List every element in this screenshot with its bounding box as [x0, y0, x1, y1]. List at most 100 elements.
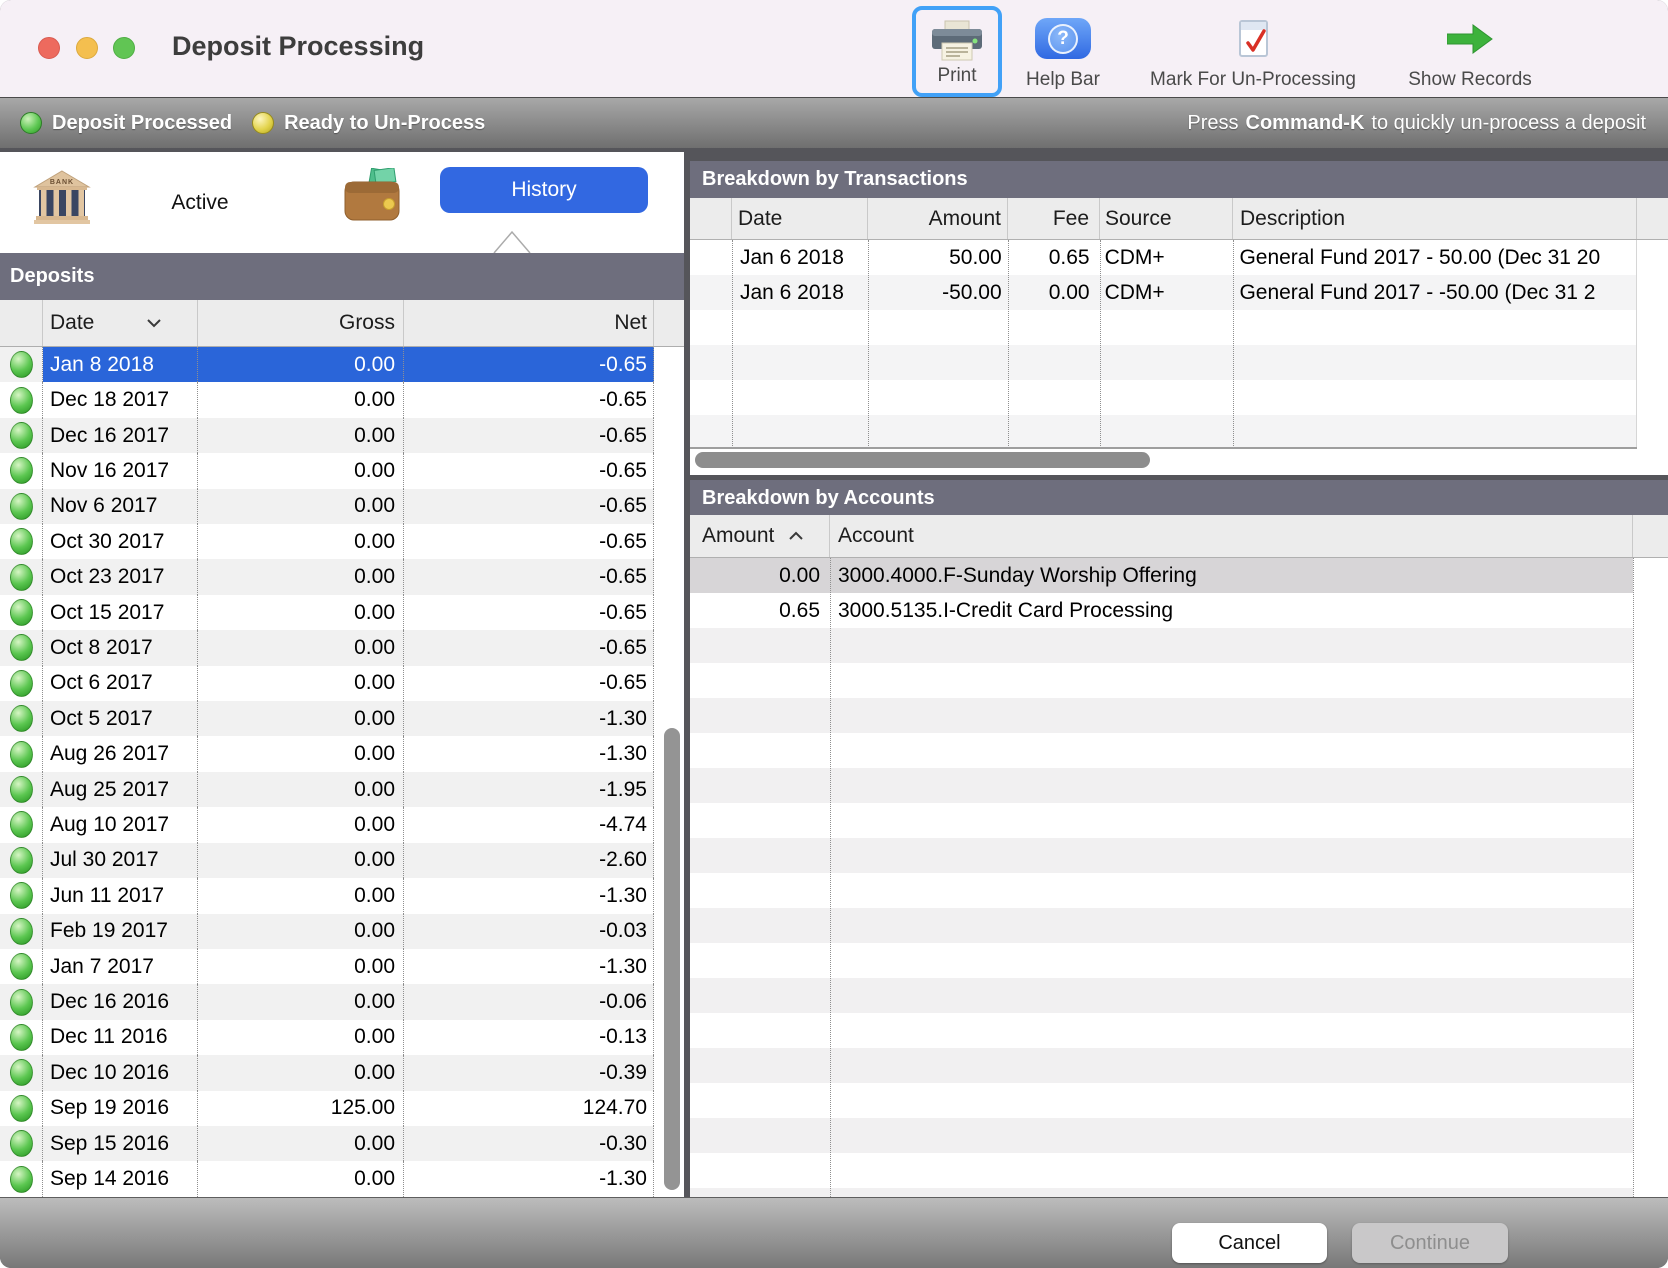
deposit-row[interactable]: Jul 30 2017 0.00 -2.60: [0, 843, 654, 878]
deposit-status-cell: [0, 418, 43, 453]
net-column-header[interactable]: Net: [404, 300, 654, 346]
cancel-button[interactable]: Cancel: [1172, 1223, 1327, 1263]
green-status-dot-icon: [10, 351, 33, 378]
deposit-row[interactable]: Nov 16 2017 0.00 -0.65: [0, 453, 654, 488]
close-window-button[interactable]: [38, 37, 60, 59]
deposit-row[interactable]: Nov 6 2017 0.00 -0.65: [0, 489, 654, 524]
deposit-net-cell: -0.65: [404, 595, 654, 630]
tx-date-column-header[interactable]: Date: [732, 198, 868, 239]
table-bottom-border: [690, 447, 1637, 449]
deposit-row[interactable]: Feb 19 2017 0.00 -0.03: [0, 914, 654, 949]
deposit-row[interactable]: Oct 15 2017 0.00 -0.65: [0, 595, 654, 630]
tx-source-column-header[interactable]: Source: [1100, 198, 1233, 239]
deposit-row[interactable]: Oct 23 2017 0.00 -0.65: [0, 559, 654, 594]
deposit-row[interactable]: Aug 26 2017 0.00 -1.30: [0, 736, 654, 771]
minimize-window-button[interactable]: [76, 37, 98, 59]
deposit-row[interactable]: Oct 8 2017 0.00 -0.65: [0, 630, 654, 665]
deposit-row[interactable]: Dec 10 2016 0.00 -0.39: [0, 1055, 654, 1090]
deposit-date-cell: Dec 18 2017: [43, 382, 198, 417]
acc-account-cell: 3000.5135.I-Credit Card Processing: [830, 593, 1633, 628]
deposit-status-cell: [0, 701, 43, 736]
green-status-dot-icon: [10, 422, 33, 449]
deposit-net-cell: -1.30: [404, 736, 654, 771]
deposit-row[interactable]: Jun 11 2017 0.00 -1.30: [0, 878, 654, 913]
deposit-row[interactable]: Sep 14 2016 0.00 -1.30: [0, 1161, 654, 1196]
deposit-gross-cell: 0.00: [198, 630, 404, 665]
account-row[interactable]: 0.65 3000.5135.I-Credit Card Processing: [690, 593, 1633, 628]
deposit-net-cell: -0.30: [404, 1126, 654, 1161]
deposit-row[interactable]: Oct 5 2017 0.00 -1.30: [0, 701, 654, 736]
transactions-table: Jan 6 2018 50.00 0.65 CDM+ General Fund …: [690, 240, 1637, 448]
green-status-dot-icon: [10, 1024, 33, 1051]
deposit-gross-cell: 0.00: [198, 1055, 404, 1090]
show-records-button[interactable]: Show Records: [1395, 8, 1545, 93]
tx-amount-cell: 50.00: [868, 240, 1008, 275]
deposit-date-cell: Dec 11 2016: [43, 1020, 198, 1055]
deposit-row[interactable]: Dec 11 2016 0.00 -0.13: [0, 1020, 654, 1055]
deposit-row[interactable]: Dec 18 2017 0.00 -0.65: [0, 382, 654, 417]
green-status-dot-icon: [10, 670, 33, 697]
deposit-status-cell: [0, 347, 43, 382]
deposit-row[interactable]: Aug 25 2017 0.00 -1.95: [0, 772, 654, 807]
header-gutter: [1633, 515, 1668, 557]
deposit-net-cell: -0.65: [404, 489, 654, 524]
deposit-status-cell: [0, 843, 43, 878]
deposit-status-cell: [0, 1055, 43, 1090]
deposit-row[interactable]: Oct 30 2017 0.00 -0.65: [0, 524, 654, 559]
deposit-row[interactable]: Sep 15 2016 0.00 -0.30: [0, 1126, 654, 1161]
print-button[interactable]: Print: [912, 6, 1002, 97]
chevron-down-icon: [146, 318, 162, 328]
legend-deposit-processed: Deposit Processed: [20, 112, 232, 135]
deposit-row[interactable]: Oct 6 2017 0.00 -0.65: [0, 666, 654, 701]
deposit-row[interactable]: Sep 19 2016 125.00 124.70: [0, 1091, 654, 1126]
column-divider: [1233, 240, 1234, 448]
green-status-dot-icon: [10, 989, 33, 1016]
deposit-date-cell: Dec 16 2016: [43, 984, 198, 1019]
deposit-status-cell: [0, 1091, 43, 1126]
svg-text:BANK: BANK: [50, 179, 74, 186]
tab-history[interactable]: History: [440, 167, 648, 213]
transaction-row[interactable]: Jan 6 2018 -50.00 0.00 CDM+ General Fund…: [690, 275, 1636, 310]
column-divider: [830, 558, 831, 1197]
deposit-net-cell: 124.70: [404, 1091, 654, 1126]
tx-fee-column-header[interactable]: Fee: [1008, 198, 1100, 239]
green-status-dot-icon: [10, 953, 33, 980]
deposit-gross-cell: 0.00: [198, 418, 404, 453]
deposit-net-cell: -1.30: [404, 949, 654, 984]
help-bar-button[interactable]: ? Help Bar: [1013, 8, 1113, 93]
breakdown-panel: Breakdown by Transactions Date Amount Fe…: [690, 148, 1668, 1197]
mark-for-unprocessing-button[interactable]: Mark For Un-Processing: [1130, 8, 1376, 93]
deposit-status-cell: [0, 489, 43, 524]
deposit-row[interactable]: Jan 8 2018 0.00 -0.65: [0, 347, 654, 382]
deposit-gross-cell: 0.00: [198, 1161, 404, 1196]
acc-account-column-header[interactable]: Account: [830, 515, 1633, 557]
deposit-row[interactable]: Jan 7 2017 0.00 -1.30: [0, 949, 654, 984]
gross-column-header[interactable]: Gross: [198, 300, 404, 346]
account-row[interactable]: 0.00 3000.4000.F-Sunday Worship Offering: [690, 558, 1633, 593]
deposit-row[interactable]: Dec 16 2016 0.00 -0.06: [0, 984, 654, 1019]
deposit-status-cell: [0, 772, 43, 807]
deposit-date-cell: Nov 6 2017: [43, 489, 198, 524]
bank-icon: BANK: [33, 169, 91, 230]
deposit-date-cell: Jun 11 2017: [43, 878, 198, 913]
tx-amount-column-header[interactable]: Amount: [868, 198, 1008, 239]
deposit-net-cell: -4.74: [404, 807, 654, 842]
green-status-dot-icon: [10, 564, 33, 591]
date-column-header[interactable]: Date: [43, 300, 198, 346]
deposit-net-cell: -0.65: [404, 453, 654, 488]
deposit-date-cell: Oct 30 2017: [43, 524, 198, 559]
acc-amount-column-header[interactable]: Amount: [690, 515, 830, 557]
tx-description-column-header[interactable]: Description: [1233, 198, 1637, 239]
deposit-row[interactable]: Dec 16 2017 0.00 -0.65: [0, 418, 654, 453]
printer-icon: [931, 16, 983, 65]
deposits-vertical-scrollbar[interactable]: [664, 728, 680, 1190]
deposit-gross-cell: 0.00: [198, 807, 404, 842]
transaction-row[interactable]: Jan 6 2018 50.00 0.65 CDM+ General Fund …: [690, 240, 1636, 275]
continue-button[interactable]: Continue: [1352, 1223, 1508, 1263]
deposit-row[interactable]: Aug 10 2017 0.00 -4.74: [0, 807, 654, 842]
title-bar: Deposit Processing Print ? He: [0, 0, 1668, 97]
zoom-window-button[interactable]: [113, 37, 135, 59]
tab-active[interactable]: Active: [130, 152, 270, 253]
deposit-date-cell: Jan 7 2017: [43, 949, 198, 984]
transactions-horizontal-scrollbar[interactable]: [695, 452, 1150, 468]
